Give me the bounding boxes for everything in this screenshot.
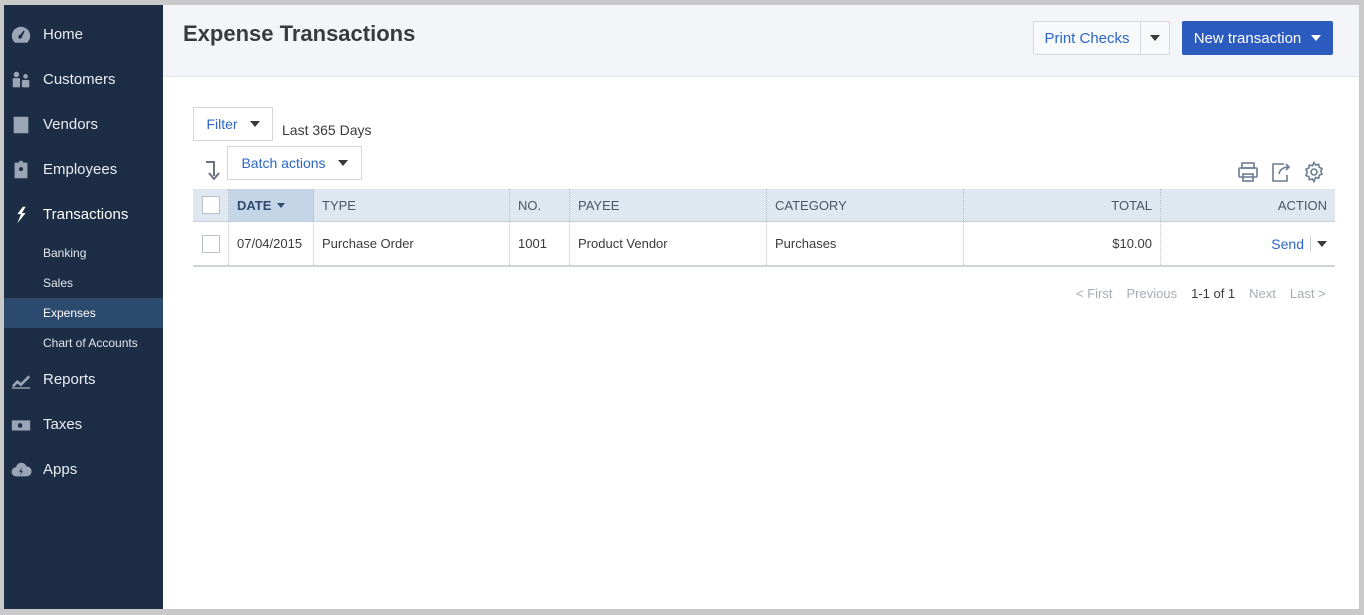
- reports-icon: [9, 368, 33, 392]
- transactions-table: DATE TYPE NO. PAYEE CATEGORY TOTAL ACTIO…: [193, 189, 1335, 267]
- batch-arrow-icon: [206, 161, 220, 181]
- page-title: Expense Transactions: [183, 21, 416, 46]
- employees-icon: [9, 158, 33, 182]
- sidebar-item-label: Apps: [43, 461, 78, 478]
- sidebar-subitem-label: Expenses: [43, 306, 96, 320]
- page-header: Expense Transactions Print Checks New tr…: [163, 5, 1359, 77]
- sidebar-item-label: Employees: [43, 161, 118, 178]
- sidebar-item-label: Transactions: [43, 206, 129, 223]
- pager-range: 1-1 of 1: [1191, 286, 1236, 301]
- sidebar-item-label: Reports: [43, 371, 96, 388]
- filter-range-text: Last 365 Days: [282, 122, 372, 138]
- sidebar-item-label: Taxes: [43, 416, 83, 433]
- select-all-cell: [193, 189, 229, 221]
- print-checks-button[interactable]: Print Checks: [1033, 21, 1141, 55]
- sidebar-item-label: Customers: [43, 71, 116, 88]
- caret-down-icon: [1311, 35, 1322, 41]
- new-transaction-button[interactable]: New transaction: [1182, 21, 1333, 55]
- sidebar-subitem-label: Banking: [43, 246, 87, 260]
- cell-no: 1001: [510, 222, 570, 265]
- print-checks-dropdown-button[interactable]: [1140, 21, 1170, 55]
- select-all-checkbox[interactable]: [201, 196, 220, 214]
- sidebar-item-home[interactable]: Home: [4, 12, 163, 57]
- sidebar-subitem-chart-of-accounts[interactable]: Chart of Accounts: [4, 328, 163, 358]
- gear-icon[interactable]: [1303, 160, 1325, 184]
- column-header-action: ACTION: [1277, 197, 1327, 213]
- sidebar-item-vendors[interactable]: Vendors: [4, 102, 163, 147]
- customers-icon: [9, 68, 33, 92]
- column-header-no[interactable]: NO.: [510, 189, 570, 221]
- row-checkbox[interactable]: [201, 234, 220, 253]
- sidebar-subitem-banking[interactable]: Banking: [4, 238, 163, 268]
- action-dropdown-button[interactable]: [1317, 240, 1327, 247]
- cell-category: Purchases: [767, 222, 964, 265]
- column-header-category[interactable]: CATEGORY: [767, 189, 964, 221]
- vendors-icon: [9, 113, 33, 137]
- caret-down-icon: [337, 160, 348, 166]
- cell-date: 07/04/2015: [229, 222, 314, 265]
- pager-first[interactable]: < First: [1076, 286, 1112, 301]
- sidebar-item-apps[interactable]: Apps: [4, 447, 163, 492]
- apps-icon: [9, 458, 33, 482]
- cell-action: Send: [1161, 222, 1335, 265]
- pagination: < First Previous 1-1 of 1 Next Last >: [1076, 286, 1326, 301]
- taxes-icon: [9, 413, 33, 437]
- cell-type: Purchase Order: [314, 222, 510, 265]
- new-transaction-label: New transaction: [1193, 29, 1302, 47]
- column-header-type[interactable]: TYPE: [314, 189, 510, 221]
- pager-next[interactable]: Next: [1249, 286, 1276, 301]
- sidebar: Home Customers Vendors Employees Transac…: [4, 5, 163, 609]
- batch-actions-label: Batch actions: [241, 155, 326, 171]
- sidebar-item-transactions[interactable]: Transactions: [4, 192, 163, 237]
- filter-button[interactable]: Filter: [193, 107, 273, 141]
- sidebar-subitem-label: Chart of Accounts: [43, 336, 138, 350]
- column-header-label: DATE: [237, 197, 272, 213]
- table-header: DATE TYPE NO. PAYEE CATEGORY TOTAL ACTIO…: [193, 189, 1335, 222]
- dashboard-icon: [9, 23, 33, 47]
- sidebar-subitem-sales[interactable]: Sales: [4, 268, 163, 298]
- print-icon[interactable]: [1237, 161, 1259, 183]
- send-link[interactable]: Send: [1271, 235, 1311, 252]
- column-header-date[interactable]: DATE: [229, 189, 314, 221]
- transactions-icon: [9, 203, 33, 227]
- sidebar-item-customers[interactable]: Customers: [4, 57, 163, 102]
- sidebar-subitem-label: Sales: [43, 276, 74, 290]
- caret-down-icon: [1317, 240, 1327, 247]
- pager-previous[interactable]: Previous: [1126, 286, 1177, 301]
- column-header-total[interactable]: TOTAL: [964, 189, 1161, 221]
- sidebar-item-employees[interactable]: Employees: [4, 147, 163, 192]
- sidebar-item-reports[interactable]: Reports: [4, 357, 163, 402]
- sidebar-item-label: Home: [43, 26, 84, 43]
- caret-down-icon: [249, 121, 260, 127]
- sort-desc-icon: [277, 202, 286, 208]
- export-icon[interactable]: [1270, 161, 1292, 183]
- batch-actions-button[interactable]: Batch actions: [227, 146, 362, 180]
- caret-down-icon: [1150, 35, 1160, 41]
- sidebar-item-taxes[interactable]: Taxes: [4, 402, 163, 447]
- app-window: Home Customers Vendors Employees Transac…: [4, 5, 1359, 609]
- pager-last[interactable]: Last >: [1290, 286, 1326, 301]
- sidebar-subitem-expenses[interactable]: Expenses: [4, 298, 163, 328]
- row-select-cell: [193, 222, 229, 265]
- column-header-payee[interactable]: PAYEE: [570, 189, 767, 221]
- cell-payee: Product Vendor: [570, 222, 767, 265]
- cell-total: $10.00: [964, 222, 1161, 265]
- filter-label: Filter: [206, 116, 238, 132]
- table-row[interactable]: 07/04/2015 Purchase Order 1001 Product V…: [193, 222, 1335, 267]
- sidebar-item-label: Vendors: [43, 116, 99, 133]
